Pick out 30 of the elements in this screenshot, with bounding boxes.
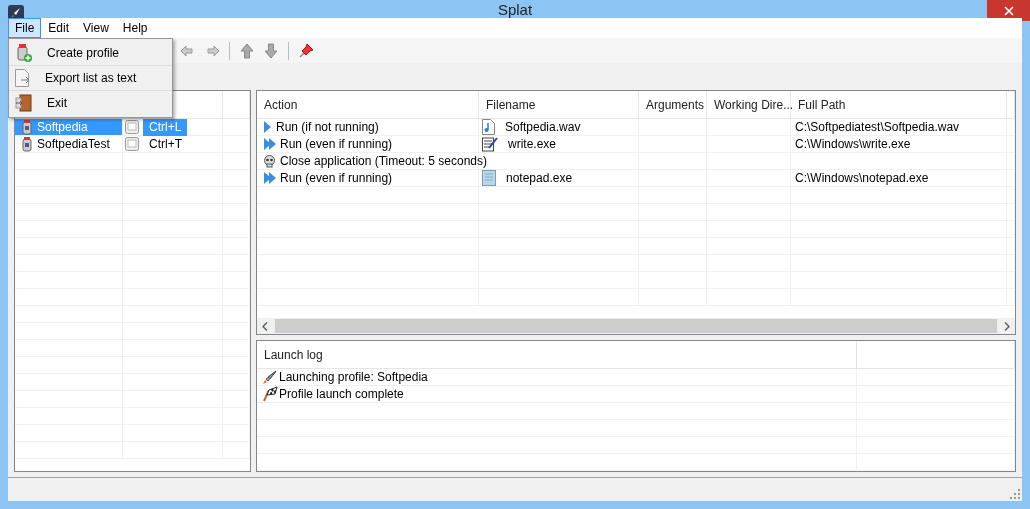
log-entry: Profile launch complete: [279, 387, 404, 401]
menu-item[interactable]: Help: [115, 18, 155, 38]
profile-name: SoftpediaTest: [37, 137, 110, 151]
column-header[interactable]: Action: [257, 91, 479, 119]
column-header[interactable]: Working Dire...: [707, 91, 791, 119]
menu-entry[interactable]: Exit: [9, 91, 172, 115]
profile-name: Softpedia: [37, 120, 88, 134]
menu-item[interactable]: File: [8, 18, 42, 38]
menu-item[interactable]: View: [76, 18, 116, 38]
column-header[interactable]: Full Path: [791, 91, 1007, 119]
filename-text: write.exe: [508, 137, 557, 151]
filename-text: notepad.exe: [506, 171, 573, 185]
action-text: Run (even if running): [280, 171, 393, 185]
filename-text: Softpedia.wav: [505, 120, 581, 134]
action-text: Run (even if running): [280, 137, 393, 151]
column-header[interactable]: Filename: [479, 91, 639, 119]
shortcut-text: Ctrl+T: [148, 136, 183, 153]
full-path-text: C:\Windows\write.exe: [795, 137, 911, 151]
action-text: Close application (Timeout: 5 seconds): [280, 154, 487, 168]
menu-entry[interactable]: Export list as text: [9, 66, 172, 91]
log-entry: Launching profile: Softpedia: [279, 370, 428, 384]
window-title: Splat: [497, 0, 533, 18]
action-text: Run (if not running): [276, 120, 379, 134]
menu-item[interactable]: Edit: [41, 18, 77, 38]
column-header[interactable]: Arguments: [639, 91, 707, 119]
profile-row[interactable]: SoftpediaTest: [15, 136, 123, 153]
full-path-text: C:\Windows\notepad.exe: [795, 171, 929, 185]
menu-entry[interactable]: Create profile: [9, 41, 172, 66]
column-header[interactable]: Launch log: [257, 341, 857, 369]
full-path-text: C:\Softpediatest\Softpedia.wav: [795, 120, 960, 134]
